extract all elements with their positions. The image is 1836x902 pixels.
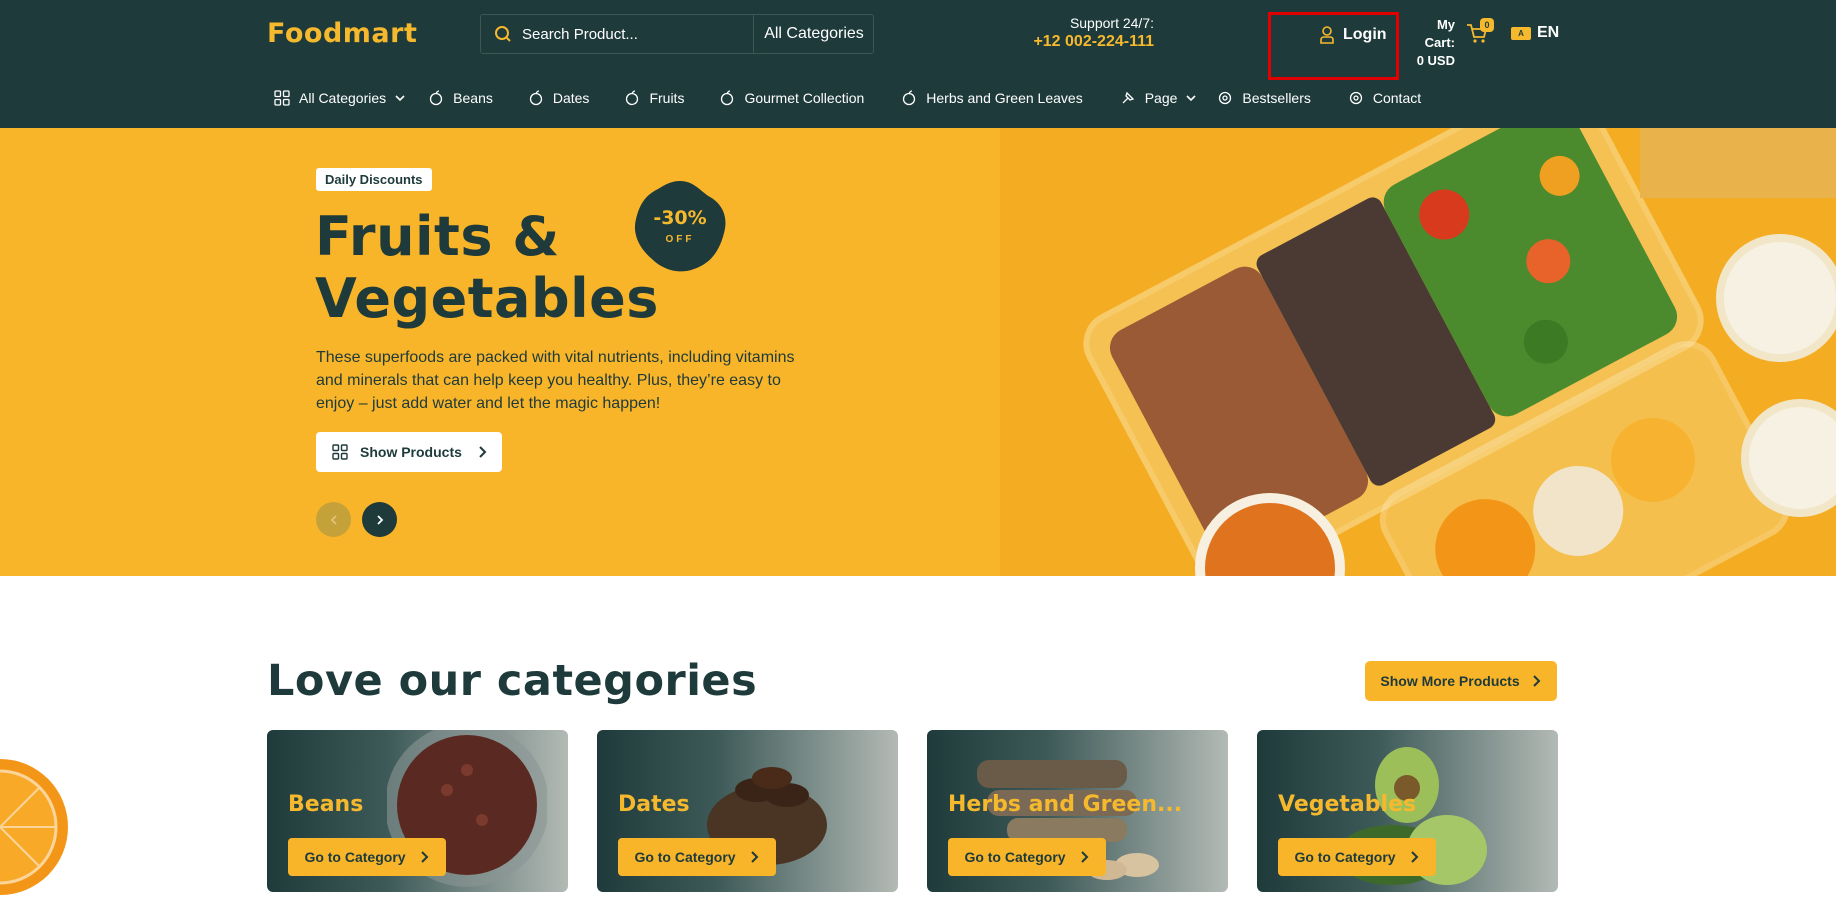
hero-title-line2: Vegetables: [315, 267, 659, 330]
go-to-category-button[interactable]: Go to Category: [948, 838, 1106, 876]
chevron-right-icon: [376, 514, 383, 525]
apple-icon: [626, 90, 639, 106]
apple-icon: [430, 90, 443, 106]
nav-item-bestsellers[interactable]: Bestsellers: [1217, 90, 1311, 106]
hero-banner: Daily Discounts Fruits & Vegetables -30%…: [0, 128, 1836, 576]
user-icon: [1320, 26, 1334, 44]
hero-description: These superfoods are packed with vital n…: [316, 349, 795, 412]
grid-icon: [332, 444, 348, 460]
nav-item-all-categories[interactable]: All Categories: [274, 90, 406, 106]
translate-icon: A: [1511, 26, 1531, 40]
show-more-products-button[interactable]: Show More Products: [1365, 661, 1557, 701]
category-name: Beans: [288, 792, 364, 817]
category-name: Vegetables: [1278, 792, 1417, 817]
category-card-herbs[interactable]: Herbs and Green... Go to Category: [927, 730, 1228, 892]
category-card-beans[interactable]: Beans Go to Category: [267, 730, 568, 892]
cart-count-badge: 0: [1480, 18, 1494, 32]
site-header: Foodmart Search Product... All Categorie…: [0, 0, 1836, 128]
go-to-category-label: Go to Category: [964, 849, 1066, 865]
support-info: Support 24/7: +12 002-224-111: [1010, 15, 1154, 51]
nav-item-label: Bestsellers: [1242, 90, 1311, 106]
discount-value: -30%: [653, 207, 707, 229]
nav-item-label: Contact: [1372, 90, 1422, 106]
go-to-category-label: Go to Category: [634, 849, 736, 865]
chevron-right-icon: [420, 851, 428, 863]
nav-item-beans[interactable]: Beans: [428, 90, 493, 106]
nav-item-dates[interactable]: Dates: [528, 90, 590, 106]
chevron-down-icon: [395, 95, 405, 102]
site-logo[interactable]: Foodmart: [267, 18, 417, 49]
slider-prev-button[interactable]: [316, 502, 351, 537]
go-to-category-button[interactable]: Go to Category: [618, 838, 776, 876]
orange-slice-image: [0, 759, 68, 895]
nav-item-gourmet-collection[interactable]: Gourmet Collection: [719, 90, 864, 106]
search-input[interactable]: Search Product...: [522, 26, 747, 43]
go-to-category-button[interactable]: Go to Category: [288, 838, 446, 876]
category-name: Herbs and Green...: [948, 792, 1183, 817]
cart-summary[interactable]: My Cart: 0 USD: [1405, 16, 1455, 70]
go-to-category-label: Go to Category: [304, 849, 406, 865]
nav-item-label: Dates: [552, 90, 590, 106]
main-nav: All Categories Beans Dates Fruits Gourme…: [274, 86, 1421, 110]
daily-discounts-badge: Daily Discounts: [316, 168, 432, 191]
chevron-right-icon: [1532, 675, 1541, 687]
grid-icon: [274, 90, 290, 106]
nav-item-label: All Categories: [299, 90, 387, 106]
nav-item-contact[interactable]: Contact: [1348, 90, 1421, 106]
pin-icon: [1122, 91, 1134, 104]
nav-item-label: Herbs and Green Leaves: [926, 90, 1083, 106]
go-to-category-label: Go to Category: [1294, 849, 1396, 865]
cart-total: 0 USD: [1416, 53, 1455, 68]
nav-item-herbs[interactable]: Herbs and Green Leaves: [901, 90, 1083, 106]
login-highlight-box: Login: [1268, 12, 1399, 80]
chevron-left-icon: [330, 514, 337, 525]
language-selector[interactable]: A EN: [1511, 24, 1559, 42]
show-products-label: Show Products: [360, 444, 462, 460]
go-to-category-button[interactable]: Go to Category: [1278, 838, 1436, 876]
gear-icon: [1219, 91, 1232, 105]
support-label: Support 24/7:: [1069, 15, 1154, 31]
search-category-select[interactable]: All Categories: [753, 15, 874, 53]
chevron-right-icon: [1080, 851, 1088, 863]
login-button[interactable]: Login: [1319, 25, 1387, 45]
discount-badge: -30% OFF: [632, 179, 728, 273]
category-card-dates[interactable]: Dates Go to Category: [597, 730, 898, 892]
nav-item-label: Gourmet Collection: [744, 90, 865, 106]
support-phone[interactable]: +12 002-224-111: [1010, 33, 1154, 51]
nav-item-page[interactable]: Page: [1120, 90, 1198, 106]
nav-item-label: Page: [1144, 90, 1178, 106]
categories-title: Love our categories: [267, 656, 758, 706]
hero-food-image: [1000, 128, 1836, 576]
chevron-right-icon: [750, 851, 758, 863]
chevron-right-icon: [479, 446, 487, 458]
show-more-label: Show More Products: [1380, 673, 1520, 689]
cart-label: My Cart:: [1424, 17, 1455, 50]
gear-icon: [1349, 91, 1363, 105]
nav-item-fruits[interactable]: Fruits: [624, 90, 684, 106]
slider-next-button[interactable]: [362, 502, 397, 537]
search-bar: Search Product... All Categories: [480, 14, 874, 54]
search-icon: [495, 26, 511, 42]
nav-item-label: Beans: [453, 90, 493, 106]
hero-title-line1: Fruits &: [315, 205, 560, 268]
category-card-vegetables[interactable]: Vegetables Go to Category: [1257, 730, 1558, 892]
language-label: EN: [1537, 24, 1560, 41]
chevron-right-icon: [1410, 851, 1418, 863]
nav-item-label: Fruits: [649, 90, 685, 106]
show-products-button[interactable]: Show Products: [316, 432, 502, 472]
apple-icon: [903, 90, 916, 106]
chevron-down-icon: [1186, 95, 1196, 102]
category-name: Dates: [618, 792, 690, 817]
apple-icon: [721, 90, 734, 106]
hero-title: Fruits & Vegetables: [315, 206, 659, 330]
apple-icon: [529, 90, 543, 106]
login-label: Login: [1343, 26, 1387, 43]
discount-label: OFF: [665, 234, 695, 245]
